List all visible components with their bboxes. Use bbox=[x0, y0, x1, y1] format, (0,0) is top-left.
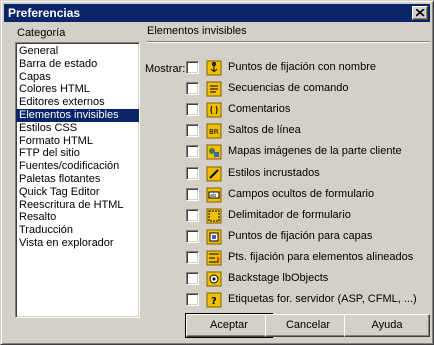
option-label: Comentarios bbox=[228, 103, 291, 116]
option-row[interactable]: BR Saltos de línea bbox=[186, 123, 426, 139]
option-label: Delimitador de formulario bbox=[228, 208, 351, 221]
option-checkbox[interactable] bbox=[186, 103, 199, 117]
category-item[interactable]: Fuentes/codificación bbox=[16, 160, 139, 173]
svg-text:?: ? bbox=[211, 296, 217, 307]
option-checkbox[interactable] bbox=[186, 272, 199, 285]
layer-anchor-icon bbox=[206, 229, 222, 245]
backstage-icon bbox=[206, 271, 222, 287]
category-item[interactable]: Traducción bbox=[16, 224, 139, 237]
option-row[interactable]: Estilos incrustados bbox=[186, 166, 426, 182]
hidden-field-icon: ab bbox=[206, 187, 222, 203]
option-checkbox[interactable] bbox=[186, 208, 199, 222]
category-item[interactable]: Colores HTML bbox=[16, 83, 139, 96]
option-checkbox[interactable] bbox=[186, 82, 199, 96]
image-map-icon bbox=[206, 144, 222, 160]
option-label: Puntos de fijación con nombre bbox=[228, 61, 376, 73]
help-button[interactable]: Ayuda bbox=[344, 314, 430, 337]
option-checkbox[interactable] bbox=[186, 166, 199, 180]
option-checkbox[interactable] bbox=[186, 61, 199, 74]
window-title: Preferencias bbox=[8, 6, 81, 20]
option-checkbox[interactable] bbox=[186, 250, 199, 264]
option-label: Puntos de fijación para capas bbox=[228, 229, 373, 242]
option-label: Estilos incrustados bbox=[228, 166, 320, 179]
option-label: Backstage lbObjects bbox=[228, 272, 329, 284]
form-delimiter-icon bbox=[206, 208, 222, 224]
option-row[interactable]: Puntos de fijación para capas bbox=[186, 229, 426, 245]
line-break-icon: BR bbox=[206, 123, 222, 139]
section-title: Elementos invisibles bbox=[147, 25, 247, 37]
aligned-anchor-icon bbox=[206, 250, 222, 266]
option-row[interactable]: ab Campos ocultos de formulario bbox=[186, 187, 426, 203]
embedded-style-icon bbox=[206, 166, 222, 182]
option-row[interactable]: ? Etiquetas for. servidor (ASP, CFML, ...… bbox=[186, 292, 426, 308]
title-bar[interactable]: Preferencias bbox=[4, 4, 430, 22]
option-label: Campos ocultos de formulario bbox=[228, 187, 375, 200]
option-checkbox[interactable] bbox=[186, 293, 199, 307]
option-row[interactable]: Mapas imágenes de la parte cliente bbox=[186, 144, 426, 160]
option-checkbox[interactable] bbox=[186, 187, 199, 201]
category-item[interactable]: Editores externos bbox=[16, 96, 139, 109]
option-row[interactable]: Backstage lbObjects bbox=[186, 271, 426, 287]
show-label: Mostrar: bbox=[145, 63, 186, 75]
close-button[interactable] bbox=[412, 6, 428, 20]
anchor-icon bbox=[206, 60, 222, 76]
category-listbox[interactable]: General Barra de estado Capas Colores HTML E… bbox=[15, 42, 140, 318]
option-checkbox[interactable] bbox=[186, 124, 199, 138]
cancel-button[interactable]: Cancelar bbox=[265, 314, 351, 337]
accept-button[interactable]: Aceptar bbox=[185, 313, 273, 338]
category-item[interactable]: Vista en explorador bbox=[16, 237, 139, 250]
option-row[interactable]: Puntos de fijación con nombre bbox=[186, 60, 426, 76]
option-row[interactable]: Delimitador de formulario bbox=[186, 208, 426, 224]
option-row[interactable]: Comentarios bbox=[186, 102, 426, 118]
option-row[interactable]: Pts. fijación para elementos alineados bbox=[186, 250, 426, 266]
option-label: Mapas imágenes de la parte cliente bbox=[228, 145, 402, 158]
script-icon bbox=[206, 81, 222, 97]
section-divider bbox=[147, 41, 430, 43]
category-item[interactable]: Barra de estado bbox=[16, 58, 139, 71]
category-item[interactable]: Resalto bbox=[16, 211, 139, 224]
option-label: Secuencias de comando bbox=[228, 82, 349, 95]
comment-icon bbox=[206, 102, 222, 118]
category-label: Categoría bbox=[17, 27, 66, 39]
preferences-dialog: Preferencias Categoría General Barra de e… bbox=[0, 0, 434, 345]
category-item[interactable]: Formato HTML bbox=[16, 135, 139, 148]
option-checkbox[interactable] bbox=[186, 145, 199, 159]
svg-text:ab: ab bbox=[210, 193, 216, 199]
option-label: Saltos de línea bbox=[228, 124, 301, 137]
close-icon bbox=[416, 9, 425, 17]
category-item[interactable]: Capas bbox=[16, 71, 139, 84]
option-label: Pts. fijación para elementos alineados bbox=[228, 250, 414, 263]
server-tag-icon: ? bbox=[206, 292, 222, 308]
category-item[interactable]: General bbox=[16, 45, 139, 58]
category-item[interactable]: Elementos invisibles bbox=[16, 108, 139, 122]
category-item[interactable]: Quick Tag Editor bbox=[16, 186, 139, 199]
option-label: Etiquetas for. servidor (ASP, CFML, ...) bbox=[228, 293, 417, 306]
svg-text:BR: BR bbox=[209, 128, 219, 136]
category-item[interactable]: Reescritura de HTML bbox=[16, 199, 139, 212]
category-item[interactable]: Paletas flotantes bbox=[16, 173, 139, 186]
option-row[interactable]: Secuencias de comando bbox=[186, 81, 426, 97]
category-item[interactable]: Estilos CSS bbox=[16, 122, 139, 135]
category-item[interactable]: FTP del sitio bbox=[16, 147, 139, 160]
option-checkbox[interactable] bbox=[186, 229, 199, 243]
